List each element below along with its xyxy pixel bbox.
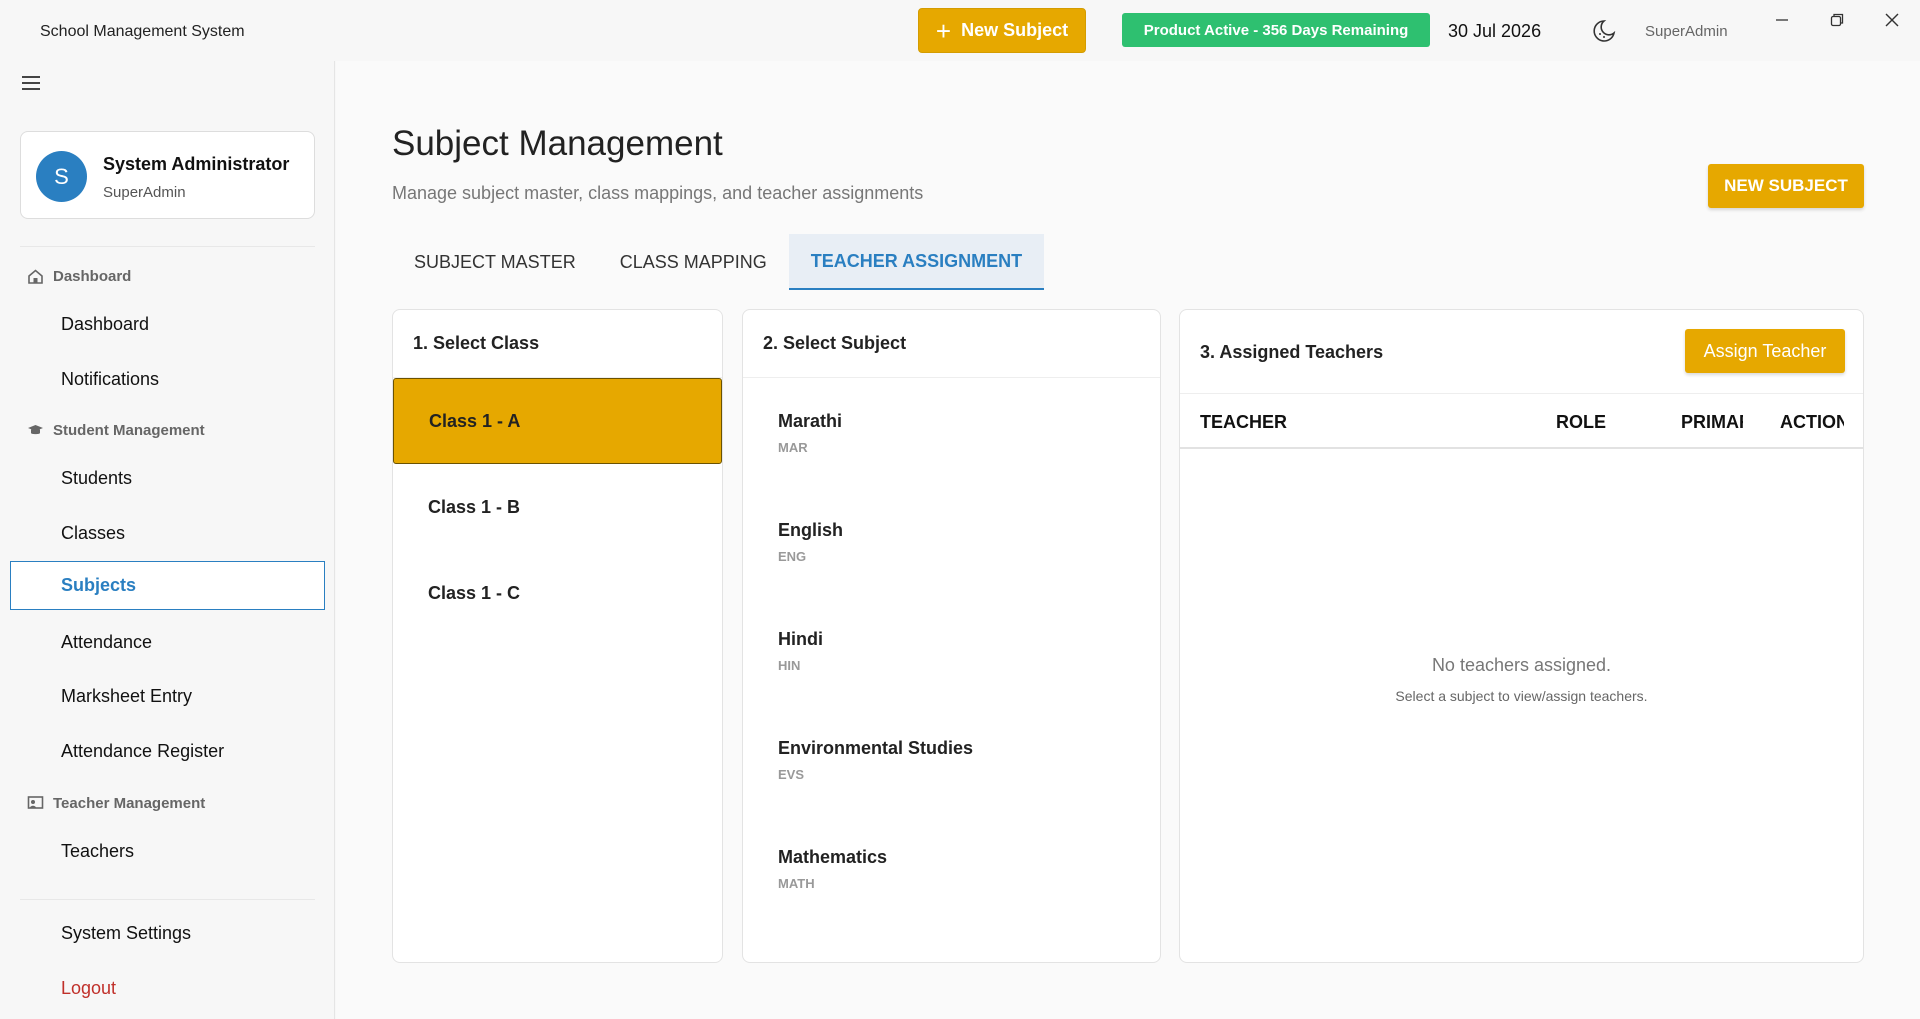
title-bar: School Management System + New Subject P…: [0, 0, 1920, 61]
plus-icon: +: [935, 15, 952, 46]
subject-name: English: [778, 520, 844, 540]
column-header-primary[interactable]: PRIMARY: [1681, 412, 1743, 433]
new-subject-button[interactable]: NEW SUBJECT: [1708, 164, 1864, 208]
class-item[interactable]: Class 1 - B: [393, 464, 722, 550]
subject-item[interactable]: English ENG: [743, 487, 1160, 596]
subject-code: EVS: [778, 767, 805, 782]
current-user: SuperAdmin: [1645, 23, 1728, 40]
subject-name: Hindi: [778, 629, 823, 649]
license-status-badge: Product Active - 356 Days Remaining: [1122, 13, 1430, 47]
tab-class-mapping[interactable]: CLASS MAPPING: [598, 234, 789, 290]
sidebar-item-teachers[interactable]: Teachers: [61, 841, 134, 862]
restore-icon: [1830, 13, 1844, 27]
section-dashboard: Dashboard: [27, 268, 131, 285]
section-teacher-management-label: Teacher Management: [53, 795, 206, 812]
subject-code: MAR: [778, 440, 808, 455]
section-student-management-label: Student Management: [53, 422, 205, 439]
new-subject-top-label: New Subject: [961, 20, 1069, 40]
graduation-cap-icon: [28, 425, 43, 435]
column-header-teacher[interactable]: TEACHER: [1200, 412, 1287, 433]
sidebar-item-subjects-label: Subjects: [61, 575, 137, 595]
tab-teacher-assignment[interactable]: TEACHER ASSIGNMENT: [788, 234, 1045, 290]
subject-name: Environmental Studies: [778, 738, 974, 758]
minimize-button[interactable]: [1767, 8, 1797, 32]
section-teacher-management: Teacher Management: [27, 795, 205, 812]
sidebar-item-attendance-register[interactable]: Attendance Register: [61, 741, 224, 762]
app-title: School Management System: [40, 23, 245, 40]
empty-state-title: No teachers assigned.: [1431, 655, 1612, 675]
sidebar-item-attendance[interactable]: Attendance: [61, 632, 152, 653]
divider: [20, 246, 315, 247]
sidebar-item-classes[interactable]: Classes: [61, 523, 125, 544]
minimize-icon: [1776, 19, 1788, 21]
sidebar-item-notifications[interactable]: Notifications: [61, 369, 159, 390]
profile-card: S System Administrator SuperAdmin: [20, 131, 315, 219]
tab-bar: SUBJECT MASTER CLASS MAPPING TEACHER ASS…: [392, 234, 1045, 291]
subject-code: ENG: [778, 549, 807, 564]
subject-code: HIN: [778, 658, 801, 673]
section-student-management: Student Management: [27, 422, 205, 439]
column-header-action[interactable]: ACTION: [1780, 412, 1844, 433]
subject-code: MATH: [778, 876, 815, 891]
assign-teacher-button[interactable]: Assign Teacher: [1685, 329, 1845, 373]
subject-item[interactable]: Hindi HIN: [743, 596, 1160, 705]
sidebar: S System Administrator SuperAdmin Dashbo…: [0, 61, 335, 1019]
sidebar-item-students[interactable]: Students: [61, 468, 132, 489]
column-header-role[interactable]: ROLE: [1556, 412, 1606, 433]
assigned-teachers-panel: 3. Assigned Teachers Assign Teacher TEAC…: [1179, 309, 1864, 963]
assigned-teachers-title: 3. Assigned Teachers: [1200, 342, 1384, 362]
assigned-teachers-header: 3. Assigned Teachers Assign Teacher: [1180, 310, 1863, 394]
moon-icon[interactable]: [1590, 17, 1618, 45]
sidebar-item-marksheet-entry[interactable]: Marksheet Entry: [61, 686, 192, 707]
page-subtitle: Manage subject master, class mappings, a…: [392, 183, 924, 203]
sidebar-item-subjects[interactable]: Subjects: [10, 561, 325, 610]
restore-button[interactable]: [1822, 8, 1852, 32]
page-title: Subject Management: [392, 124, 723, 163]
menu-icon[interactable]: [22, 76, 40, 90]
select-subject-panel: 2. Select Subject Marathi MAR English EN…: [742, 309, 1161, 963]
main-content: Subject Management Manage subject master…: [336, 61, 1920, 1019]
close-button[interactable]: [1877, 8, 1907, 32]
select-class-title: 1. Select Class: [393, 310, 722, 378]
select-subject-title: 2. Select Subject: [743, 310, 1160, 378]
teachers-table-header: TEACHER ROLE PRIMARY ACTION: [1180, 394, 1863, 449]
select-class-panel: 1. Select Class Class 1 - A Class 1 - B …: [392, 309, 723, 963]
new-subject-top-button[interactable]: + New Subject: [918, 8, 1086, 53]
sidebar-item-logout[interactable]: Logout: [61, 978, 116, 999]
teacher-icon: [27, 796, 44, 809]
tab-subject-master[interactable]: SUBJECT MASTER: [392, 234, 598, 290]
class-item[interactable]: Class 1 - C: [393, 550, 722, 636]
home-icon: [28, 269, 43, 284]
profile-role: SuperAdmin: [103, 184, 186, 201]
current-date: 30 Jul 2026: [1448, 21, 1542, 41]
profile-name: System Administrator: [103, 154, 290, 174]
class-item[interactable]: Class 1 - A: [393, 378, 722, 464]
subject-item[interactable]: Marathi MAR: [743, 378, 1160, 487]
divider: [20, 899, 315, 900]
subject-item[interactable]: Environmental Studies EVS: [743, 705, 1160, 814]
sidebar-item-system-settings[interactable]: System Settings: [61, 923, 191, 944]
avatar: S: [36, 151, 87, 202]
subject-item[interactable]: Mathematics MATH: [743, 814, 1160, 923]
subject-name: Marathi: [778, 411, 843, 431]
empty-state-subtitle: Select a subject to view/assign teachers…: [1395, 688, 1648, 704]
section-dashboard-label: Dashboard: [53, 268, 132, 285]
subject-name: Mathematics: [778, 847, 888, 867]
sidebar-item-dashboard[interactable]: Dashboard: [61, 314, 149, 335]
close-icon: [1885, 13, 1899, 27]
